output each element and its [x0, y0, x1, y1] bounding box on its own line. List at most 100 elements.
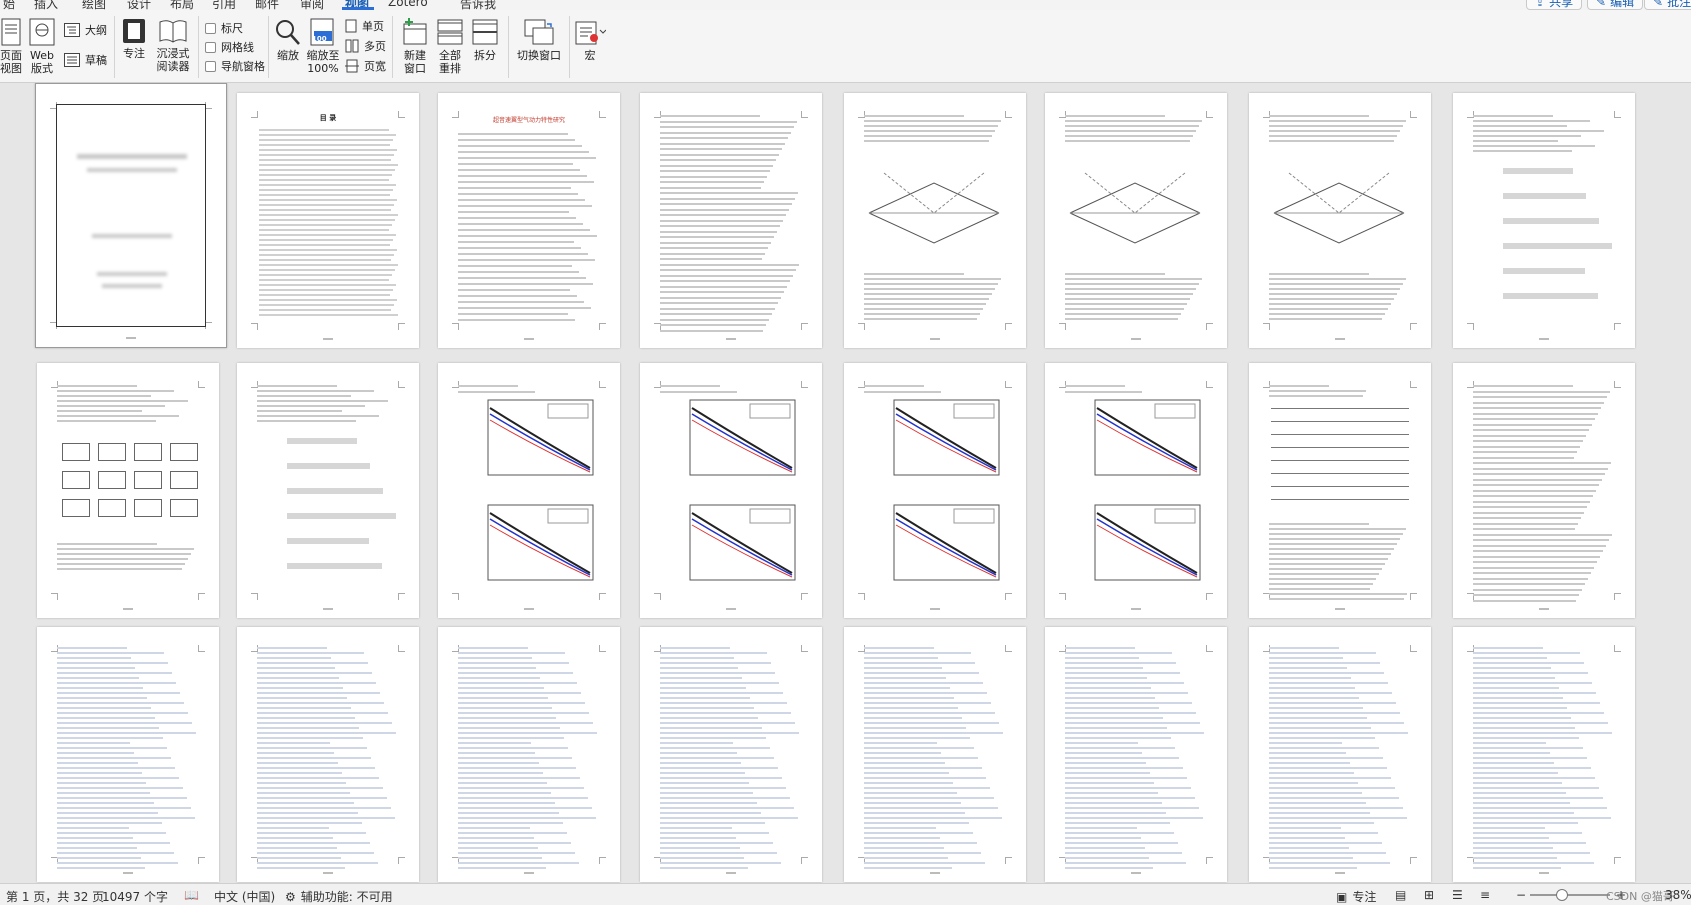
page-thumbnail-1[interactable] [35, 83, 227, 348]
text-line [257, 410, 342, 412]
page-view-button[interactable]: 页面 视图 [0, 18, 22, 75]
draft-view-button[interactable]: ≡ [1480, 888, 1490, 902]
margin-mark [1614, 323, 1621, 330]
tab-references[interactable]: 引用 [212, 0, 236, 10]
text-line [57, 682, 176, 684]
page-thumbnail-19[interactable] [438, 627, 620, 882]
zoom-slider-thumb[interactable] [1556, 889, 1568, 901]
text-line [1473, 506, 1587, 508]
text-line [458, 139, 575, 141]
web-layout-view-button[interactable]: ⊞ [1424, 888, 1434, 902]
text-line [660, 817, 798, 819]
text-line [57, 782, 146, 784]
macros-button[interactable]: 宏 [574, 18, 606, 62]
zoom-out-button[interactable]: − [1516, 888, 1526, 902]
text-line [458, 133, 568, 135]
web-view-button[interactable]: Web 版式 [26, 18, 58, 75]
text-line [864, 318, 977, 320]
one-page-button[interactable]: 单页 [345, 18, 384, 34]
ruler-checkbox[interactable]: 标尺 [205, 20, 243, 36]
page-thumbnail-5[interactable] [844, 93, 1026, 348]
page-thumbnail-2[interactable]: 目 录 [237, 93, 419, 348]
gridlines-checkbox[interactable]: 网格线 [205, 39, 254, 55]
page-thumbnail-10[interactable] [237, 363, 419, 618]
tab-home[interactable]: 始 [3, 0, 15, 10]
page-thumbnail-18[interactable] [237, 627, 419, 882]
outline-button[interactable]: 大纲 [64, 22, 107, 38]
page-thumbnail-7[interactable] [1249, 93, 1431, 348]
page-thumbnail-3[interactable]: 超音速翼型气动力特性研究 [438, 93, 620, 348]
margin-mark [1206, 323, 1213, 330]
text-line [1269, 130, 1400, 132]
page-thumbnail-9[interactable] [37, 363, 219, 618]
ribbon-separator [198, 16, 199, 78]
share-button[interactable]: ⇪ 共享 [1526, 0, 1583, 10]
text-line [458, 652, 565, 654]
print-layout-view-button[interactable]: ▤ [1395, 888, 1406, 902]
page-thumbnail-8[interactable] [1453, 93, 1635, 348]
focus-mode-status[interactable]: ▣ 专注 [1336, 888, 1376, 905]
zoom-level[interactable]: 38% [1665, 888, 1691, 902]
page-thumbnail-23[interactable] [1249, 627, 1431, 882]
page-thumbnail-11[interactable] [438, 363, 620, 618]
new-window-button[interactable]: 新建 窗口 [399, 18, 431, 75]
text-line [1473, 467, 1608, 470]
text-line [57, 657, 131, 659]
page-thumbnail-15[interactable] [1249, 363, 1431, 618]
zoom-slider[interactable] [1530, 894, 1610, 896]
page-thumbnail-17[interactable] [37, 627, 219, 882]
proofing-status[interactable]: 📖 [184, 888, 199, 902]
text-line [458, 817, 596, 819]
flowchart-box [98, 443, 126, 461]
page-thumbnail-22[interactable] [1045, 627, 1227, 882]
text-line [864, 747, 974, 749]
immersive-reader-button[interactable]: 沉浸式 阅读器 [153, 18, 193, 73]
margin-mark [1467, 323, 1474, 330]
switch-windows-button[interactable]: 切换窗口 [514, 18, 564, 62]
page-thumbnail-21[interactable] [844, 627, 1026, 882]
accessibility-status[interactable]: ⚙ 辅助功能: 不可用 [285, 888, 393, 905]
page-width-icon [345, 59, 359, 73]
focus-button[interactable]: 专注 [121, 18, 147, 60]
tab-layout[interactable]: 布局 [170, 0, 194, 10]
comment-button[interactable]: ✎ 批注 [1644, 0, 1691, 10]
formula-line [1503, 293, 1598, 299]
word-count[interactable]: 10497 个字 [102, 888, 168, 905]
document-canvas[interactable]: 目 录 超音速翼型气动力特性研究 [0, 83, 1691, 883]
text-line [1473, 767, 1591, 769]
tab-mailings[interactable]: 邮件 [255, 0, 279, 10]
text-line [1269, 837, 1345, 839]
tab-zotero[interactable]: Zotero [388, 0, 428, 9]
page-count[interactable]: 第 1 页，共 32 页 [6, 888, 104, 905]
arrange-all-button[interactable]: 全部 重排 [434, 18, 466, 75]
page-thumbnail-24[interactable] [1453, 627, 1635, 882]
text-line [458, 677, 540, 679]
page-thumbnail-20[interactable] [640, 627, 822, 882]
tab-draw[interactable]: 绘图 [82, 0, 106, 10]
page-thumbnail-6[interactable] [1045, 93, 1227, 348]
zoom-100-button[interactable]: 缩放至 100% [305, 18, 341, 75]
page-thumbnail-14[interactable] [1045, 363, 1227, 618]
split-button[interactable]: 拆分 [469, 18, 501, 62]
page-thumbnail-13[interactable] [844, 363, 1026, 618]
page-number [930, 338, 940, 340]
tab-insert[interactable]: 插入 [34, 0, 58, 10]
nav-pane-checkbox[interactable]: 导航窗格 [205, 58, 265, 74]
zoom-button[interactable]: 缩放 [274, 18, 302, 62]
tab-design[interactable]: 设计 [127, 0, 151, 10]
language-status[interactable]: 中文 (中国) [214, 888, 275, 905]
page-thumbnail-4[interactable] [640, 93, 822, 348]
page-number [1131, 872, 1141, 874]
draft-button[interactable]: 草稿 [64, 52, 107, 68]
page-width-button[interactable]: 页宽 [345, 58, 386, 74]
multi-page-button[interactable]: 多页 [345, 38, 386, 54]
text-line [660, 837, 736, 839]
tab-review[interactable]: 审阅 [300, 0, 324, 10]
text-line [458, 807, 592, 809]
outline-view-button[interactable]: ☰ [1452, 888, 1463, 902]
share-icon: ⇪ [1535, 0, 1546, 9]
tab-tell-me[interactable]: 告诉我 [460, 0, 496, 10]
edit-button[interactable]: ✎ 编辑 [1587, 0, 1644, 10]
page-thumbnail-16[interactable] [1453, 363, 1635, 618]
page-thumbnail-12[interactable] [640, 363, 822, 618]
